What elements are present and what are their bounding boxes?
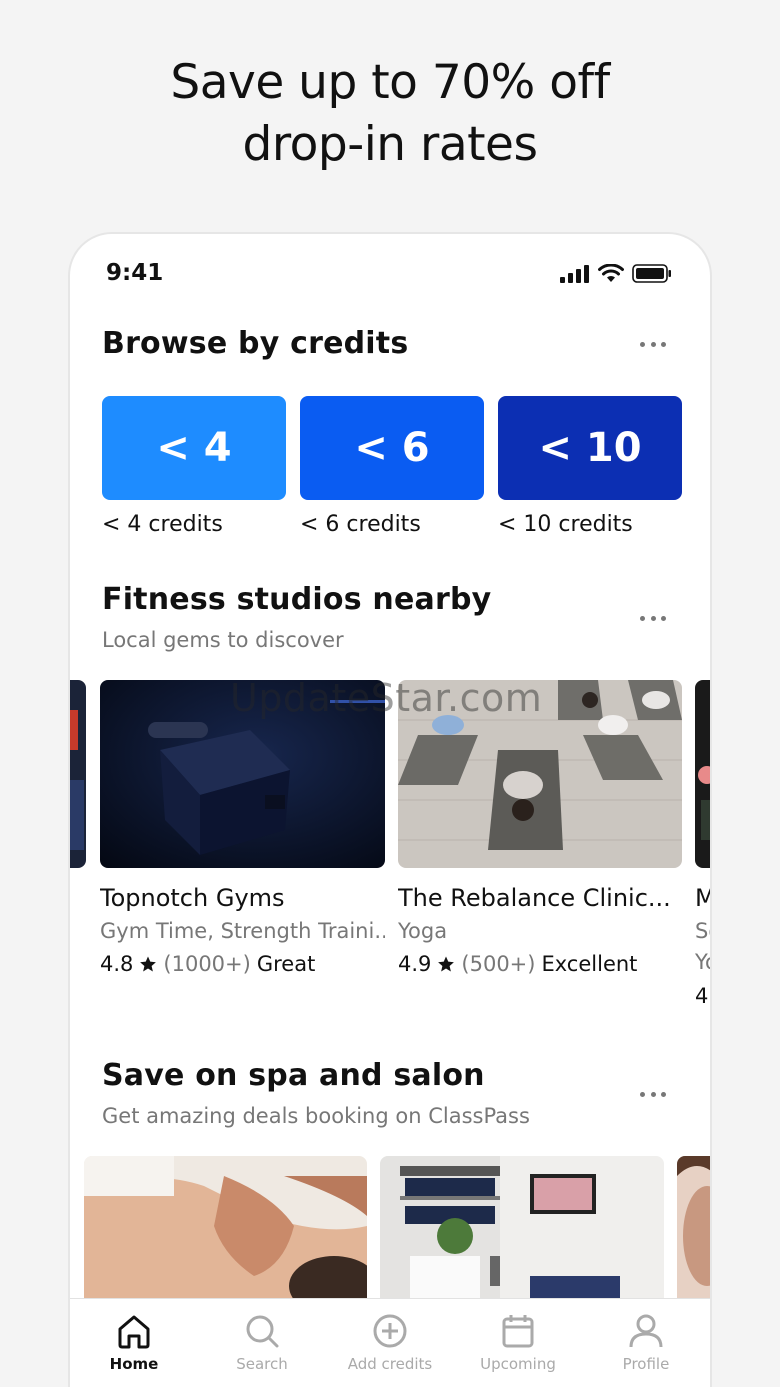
search-icon	[246, 1315, 279, 1348]
tab-home[interactable]: Home	[70, 1299, 198, 1387]
home-icon	[118, 1315, 150, 1349]
credit-label-4[interactable]: < 4 credits	[102, 512, 223, 537]
bottom-tab-bar: Home Search Add credits Upcoming Profile	[70, 1298, 710, 1387]
tab-upcoming[interactable]: Upcoming	[454, 1299, 582, 1387]
wifi-icon	[598, 264, 624, 282]
star-icon	[438, 956, 455, 972]
cellular-signal-icon	[560, 264, 589, 283]
studio-rating-partial: 4.	[695, 984, 710, 1008]
star-icon	[140, 956, 157, 972]
spa-card-image-massage[interactable]	[84, 1156, 367, 1306]
calendar-icon	[502, 1315, 534, 1348]
profile-icon	[629, 1314, 663, 1348]
more-options-button[interactable]	[640, 1090, 666, 1098]
section-title-fitness: Fitness studios nearby	[102, 582, 492, 617]
status-icons	[560, 264, 672, 283]
credit-tile-6[interactable]: < 6	[300, 396, 484, 500]
rating-value: 4.9	[398, 952, 432, 976]
rating-verdict: Great	[256, 952, 316, 976]
tab-label: Profile	[622, 1355, 670, 1373]
headline-line-2: drop-in rates	[242, 117, 538, 172]
section-subtitle-spa: Get amazing deals booking on ClassPass	[102, 1104, 530, 1128]
section-subtitle-fitness: Local gems to discover	[102, 628, 344, 652]
headline: Save up to 70% off drop-in rates	[0, 52, 780, 176]
battery-icon	[632, 264, 671, 283]
studio-category-topnotch: Gym Time, Strength Traini...	[100, 919, 385, 943]
watermark-text: UpdateStar.com	[230, 676, 543, 720]
rating-value: 4.8	[100, 952, 134, 976]
tab-label: Home	[109, 1355, 159, 1373]
tab-add-credits[interactable]: Add credits	[326, 1299, 454, 1387]
rating-verdict: Excellent	[541, 952, 638, 976]
status-time: 9:41	[106, 260, 164, 286]
tab-search[interactable]: Search	[198, 1299, 326, 1387]
credit-label-10[interactable]: < 10 credits	[498, 512, 633, 537]
status-bar: 9:41	[70, 258, 710, 294]
more-options-button[interactable]	[640, 614, 666, 622]
studio-name-rebalance[interactable]: The Rebalance Clinic...	[398, 884, 682, 912]
studio-rating-topnotch: 4.8 (1000+) Great	[100, 952, 315, 976]
spa-card-image-partial[interactable]	[677, 1156, 710, 1306]
rating-value: 4.	[695, 984, 710, 1008]
studio-card-image-partial-left[interactable]	[70, 680, 86, 868]
add-circle-icon	[373, 1314, 407, 1348]
credit-tile-10[interactable]: < 10	[498, 396, 682, 500]
section-title-spa: Save on spa and salon	[102, 1058, 485, 1093]
rating-count: (500+)	[461, 952, 536, 976]
headline-line-1: Save up to 70% off	[170, 55, 610, 110]
studio-rating-rebalance: 4.9 (500+) Excellent	[398, 952, 637, 976]
tab-label: Upcoming	[480, 1355, 556, 1373]
spa-card-image-room[interactable]	[380, 1156, 664, 1306]
studio-category-partial-2: Yo	[695, 950, 710, 974]
credit-tile-4[interactable]: < 4	[102, 396, 286, 500]
studio-name-topnotch[interactable]: Topnotch Gyms	[100, 884, 385, 912]
studio-name-partial[interactable]: M	[695, 884, 710, 912]
rating-count: (1000+)	[163, 952, 251, 976]
more-options-button[interactable]	[640, 340, 666, 348]
studio-category-rebalance: Yoga	[398, 919, 448, 943]
tab-profile[interactable]: Profile	[582, 1299, 710, 1387]
phone-frame: 9:41 Browse by credits < 4 < 6 < 10 < 4	[68, 232, 712, 1387]
tab-label: Search	[236, 1355, 288, 1373]
credit-label-6[interactable]: < 6 credits	[300, 512, 421, 537]
studio-card-image-partial-right[interactable]	[695, 680, 710, 868]
section-title-browse-credits: Browse by credits	[102, 326, 409, 361]
tab-label: Add credits	[347, 1355, 433, 1373]
studio-category-partial: So	[695, 919, 710, 943]
